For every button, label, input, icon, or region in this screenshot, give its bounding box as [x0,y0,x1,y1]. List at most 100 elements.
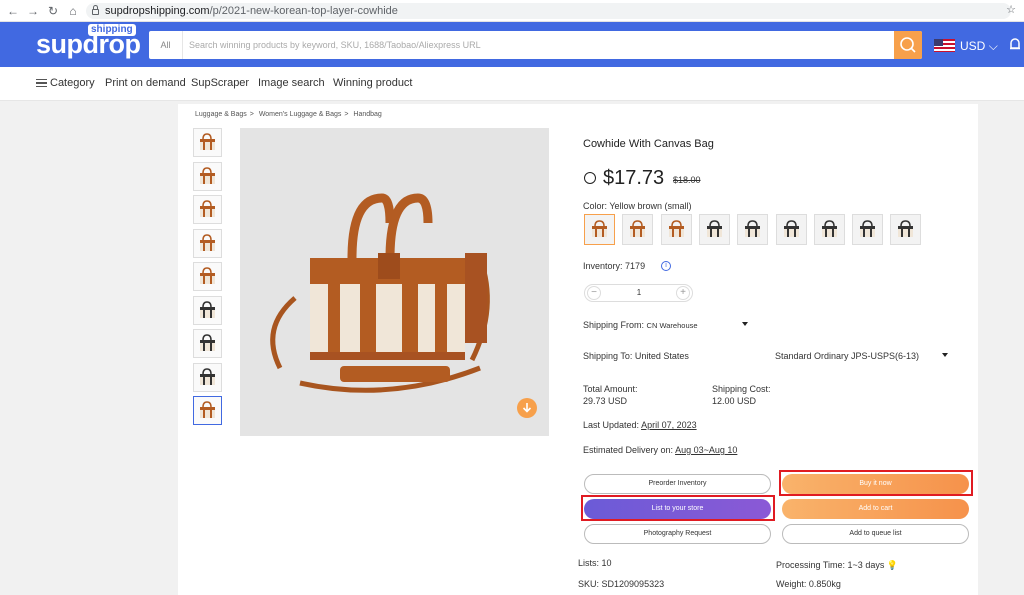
bag-thumbnail-image [200,166,215,184]
logo-tag: shipping [88,24,136,36]
estimated-delivery-value: Aug 03~Aug 10 [675,445,738,455]
photography-request-button[interactable]: Photography Request [584,524,771,544]
caret-down-icon[interactable] [942,353,948,357]
shipping-to-value[interactable]: United States [635,351,689,361]
nav-supscraper[interactable]: SupScraper [191,77,249,89]
bag-swatch-image [745,220,761,237]
last-updated-row: Last Updated: April 07, 2023 [583,420,697,430]
inventory-value: 7179 [625,261,646,271]
product-thumbnail[interactable] [193,228,222,258]
shipping-from-select[interactable]: CN Warehouse [647,321,698,330]
sku-label: SKU: [578,579,600,589]
preorder-inventory-button[interactable]: Preorder Inventory [584,474,771,494]
product-thumbnail[interactable] [193,128,222,157]
shipping-from-row: Shipping From: CN Warehouse [583,320,698,330]
product-thumbnail[interactable] [193,161,222,191]
nav-print-on-demand[interactable]: Print on demand [105,77,186,89]
color-swatch[interactable] [775,214,807,245]
download-arrow [522,403,532,413]
lightbulb-icon: 💡 [886,560,899,570]
product-thumbnail[interactable] [193,396,222,425]
menu-icon[interactable] [36,79,47,87]
logo[interactable]: supdrop shipping [36,24,141,58]
shipping-to-row: Shipping To: United States [583,351,689,361]
bag-swatch-image [592,220,607,237]
quantity-input[interactable]: 1 [615,288,663,297]
color-swatch[interactable] [813,214,845,245]
bag-thumbnail-image [200,267,215,284]
sku-value: SD1209095323 [601,579,665,589]
handbag-image [270,193,490,393]
weight-label: Weight: [776,579,807,589]
bag-swatch-image [706,220,722,237]
product-thumbnail[interactable] [193,295,222,325]
browser-toolbar: ← → ↻ ⌂ supdropshipping.com/p/2021-new-k… [0,0,1024,22]
increase-button[interactable]: + [676,286,690,300]
forward-icon[interactable]: → [26,4,40,18]
lock-icon [92,5,99,15]
currency-select[interactable]: USD ⌵ [960,39,998,54]
add-to-cart-button[interactable]: Add to cart [782,499,969,519]
url-host: supdropshipping.com [105,5,210,17]
shipping-cost-value: 12.00 USD [712,396,757,406]
quantity-stepper: − 1 + [584,284,693,302]
weight-row: Weight: 0.850kg [776,579,841,589]
highlight-box [779,470,973,496]
total-amount-value: 29.73 USD [583,396,628,406]
product-price: $17.73 [603,167,665,189]
us-flag-icon[interactable] [934,39,955,52]
product-thumbnail[interactable] [193,262,222,291]
processing-time-row: Processing Time: 1~3 days 💡 [776,560,898,571]
color-row: Color: Yellow brown (small) [583,201,692,211]
bookmark-star-icon[interactable]: ☆ [1006,3,1016,16]
color-swatch[interactable] [737,214,769,245]
color-label: Color: [583,201,608,211]
nav-winning-product[interactable]: Winning product [333,77,413,89]
nav-image-search[interactable]: Image search [258,77,325,89]
chevron-right-icon: > [249,111,254,118]
breadcrumb-item[interactable]: Women's Luggage & Bags [259,111,342,118]
back-icon[interactable]: ← [6,4,20,18]
bag-thumbnail-image [200,401,215,418]
info-icon[interactable]: i [661,261,671,271]
nav-category[interactable]: Category [50,77,95,89]
bag-swatch-image [860,220,876,237]
color-swatch[interactable] [622,214,654,245]
notification-bell-icon[interactable] [1008,37,1022,52]
breadcrumb-item[interactable]: Luggage & Bags [195,111,247,118]
bag-swatch-image [668,220,684,237]
color-swatch[interactable] [584,214,615,245]
download-icon[interactable] [517,398,537,418]
total-amount-label: Total Amount: [583,384,638,394]
address-bar[interactable]: supdropshipping.com/p/2021-new-korean-to… [86,3,1011,19]
search-input[interactable] [189,35,889,55]
product-thumbnail[interactable] [193,362,222,392]
lists-label: Lists: [578,558,600,568]
home-icon[interactable]: ⌂ [66,4,80,18]
product-thumbnail[interactable] [193,195,222,224]
url-path: /p/2021-new-korean-top-layer-cowhide [209,5,398,17]
bag-thumbnail-image [200,367,215,385]
shipping-from-label: Shipping From: [583,320,645,330]
product-thumbnail[interactable] [193,329,222,358]
reload-icon[interactable]: ↻ [46,4,60,18]
caret-down-icon[interactable] [742,322,748,326]
color-swatch[interactable] [698,214,730,245]
processing-time-value: 1~3 days [847,560,885,570]
color-swatch[interactable] [852,214,884,245]
search-button[interactable] [894,31,922,59]
product-title: Cowhide With Canvas Bag [583,138,714,150]
weight-value: 0.850kg [808,579,841,589]
search-scope-select[interactable]: All [149,31,183,59]
shipping-method-select[interactable]: Standard Ordinary JPS-USPS(6-13) [775,351,919,361]
color-swatch[interactable] [890,214,922,245]
highlight-box [581,495,775,521]
decrease-button[interactable]: − [587,286,601,300]
shipping-cost-label: Shipping Cost: [712,384,771,394]
breadcrumb-item[interactable]: Handbag [353,111,381,118]
last-updated-label: Last Updated: [583,420,640,430]
original-price: $18.00 [673,175,701,185]
bag-thumbnail-image [200,200,215,217]
add-to-queue-button[interactable]: Add to queue list [782,524,969,544]
color-swatch[interactable] [660,214,692,245]
